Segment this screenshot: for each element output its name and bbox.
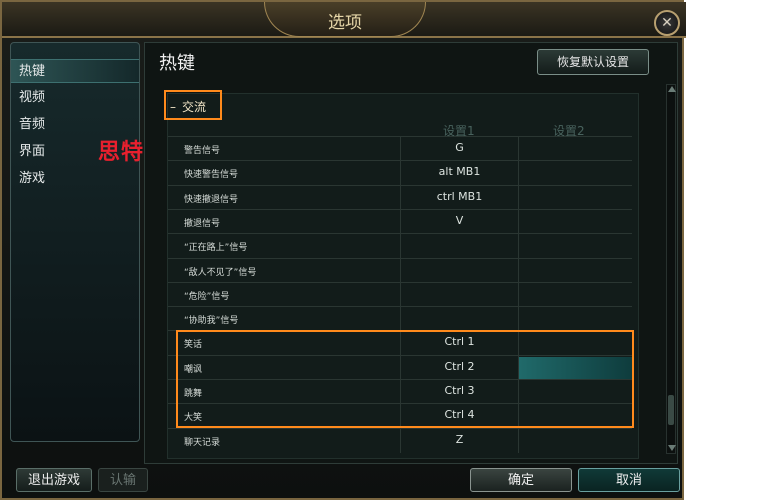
sidebar: 热键 视频 音频 界面 游戏 bbox=[10, 42, 140, 442]
setting1-key[interactable]: alt MB1 bbox=[401, 165, 518, 178]
title-bar: 选项 ✕ bbox=[2, 2, 686, 38]
setting1-key[interactable]: Z bbox=[401, 433, 518, 446]
action-name: 快速撤退信号 bbox=[184, 194, 239, 205]
action-name: “正在路上”信号 bbox=[184, 243, 248, 254]
table-row[interactable]: 聊天记录 Z bbox=[168, 427, 632, 453]
column-divider bbox=[400, 258, 401, 283]
column-divider bbox=[518, 161, 519, 186]
table-row[interactable]: “正在路上”信号 bbox=[168, 233, 632, 259]
table-row[interactable]: 快速撤退信号 ctrl MB1 bbox=[168, 184, 632, 210]
exit-game-button[interactable]: 退出游戏 bbox=[16, 468, 92, 492]
action-name: 警告信号 bbox=[184, 146, 221, 156]
window-title: 选项 bbox=[328, 13, 362, 33]
column-divider bbox=[518, 137, 519, 161]
category-header[interactable]: – 交流 bbox=[164, 90, 222, 120]
scroll-down-icon[interactable] bbox=[668, 445, 676, 451]
table-row[interactable]: “协助我”信号 bbox=[168, 306, 632, 332]
table-row[interactable]: 撤退信号 V bbox=[168, 208, 632, 234]
table-row[interactable]: 警告信号 G bbox=[168, 136, 632, 161]
options-window: 选项 ✕ 热键 视频 音频 界面 游戏 思特网 热键 恢复默认设置 – 交流 设置… bbox=[0, 0, 686, 500]
column-divider bbox=[400, 307, 401, 332]
column-divider bbox=[518, 185, 519, 210]
sidebar-item-hotkeys[interactable]: 热键 bbox=[11, 59, 139, 83]
restore-defaults-button[interactable]: 恢复默认设置 bbox=[537, 49, 649, 75]
action-name: 撤退信号 bbox=[184, 218, 221, 229]
column-divider bbox=[518, 282, 519, 307]
cancel-button[interactable]: 取消 bbox=[578, 468, 680, 492]
column-divider bbox=[400, 234, 401, 259]
setting1-key[interactable]: ctrl MB1 bbox=[401, 190, 518, 203]
sidebar-item-video[interactable]: 视频 bbox=[11, 86, 139, 110]
column-divider bbox=[518, 428, 519, 453]
sidebar-item-game[interactable]: 游戏 bbox=[11, 167, 139, 191]
ok-button[interactable]: 确定 bbox=[470, 468, 572, 492]
category-label: 交流 bbox=[182, 100, 207, 114]
table-row[interactable]: 快速警告信号 alt MB1 bbox=[168, 160, 632, 186]
title-plate: 选项 bbox=[264, 2, 426, 37]
highlight-box bbox=[176, 330, 634, 428]
table-row[interactable]: “危险”信号 bbox=[168, 281, 632, 307]
scroll-up-icon[interactable] bbox=[668, 86, 676, 92]
setting1-key[interactable]: V bbox=[401, 214, 518, 227]
collapse-icon[interactable]: – bbox=[170, 100, 176, 114]
surrender-button[interactable]: 认输 bbox=[98, 468, 148, 492]
scroll-thumb[interactable] bbox=[668, 395, 674, 425]
close-icon[interactable]: ✕ bbox=[654, 10, 680, 36]
action-name: “协助我”信号 bbox=[184, 316, 239, 327]
setting1-key[interactable]: G bbox=[401, 141, 518, 154]
column-divider bbox=[518, 234, 519, 259]
scrollbar[interactable] bbox=[666, 84, 676, 454]
column-divider bbox=[518, 307, 519, 332]
column-divider bbox=[518, 209, 519, 234]
action-name: 聊天记录 bbox=[184, 437, 221, 448]
action-name: “危险”信号 bbox=[184, 291, 230, 302]
action-name: 快速警告信号 bbox=[184, 170, 239, 181]
action-name: “敌人不见了”信号 bbox=[184, 267, 257, 278]
column-divider bbox=[518, 258, 519, 283]
page-title: 热键 bbox=[159, 53, 195, 74]
table-row[interactable]: “敌人不见了”信号 bbox=[168, 257, 632, 283]
column-divider bbox=[400, 282, 401, 307]
